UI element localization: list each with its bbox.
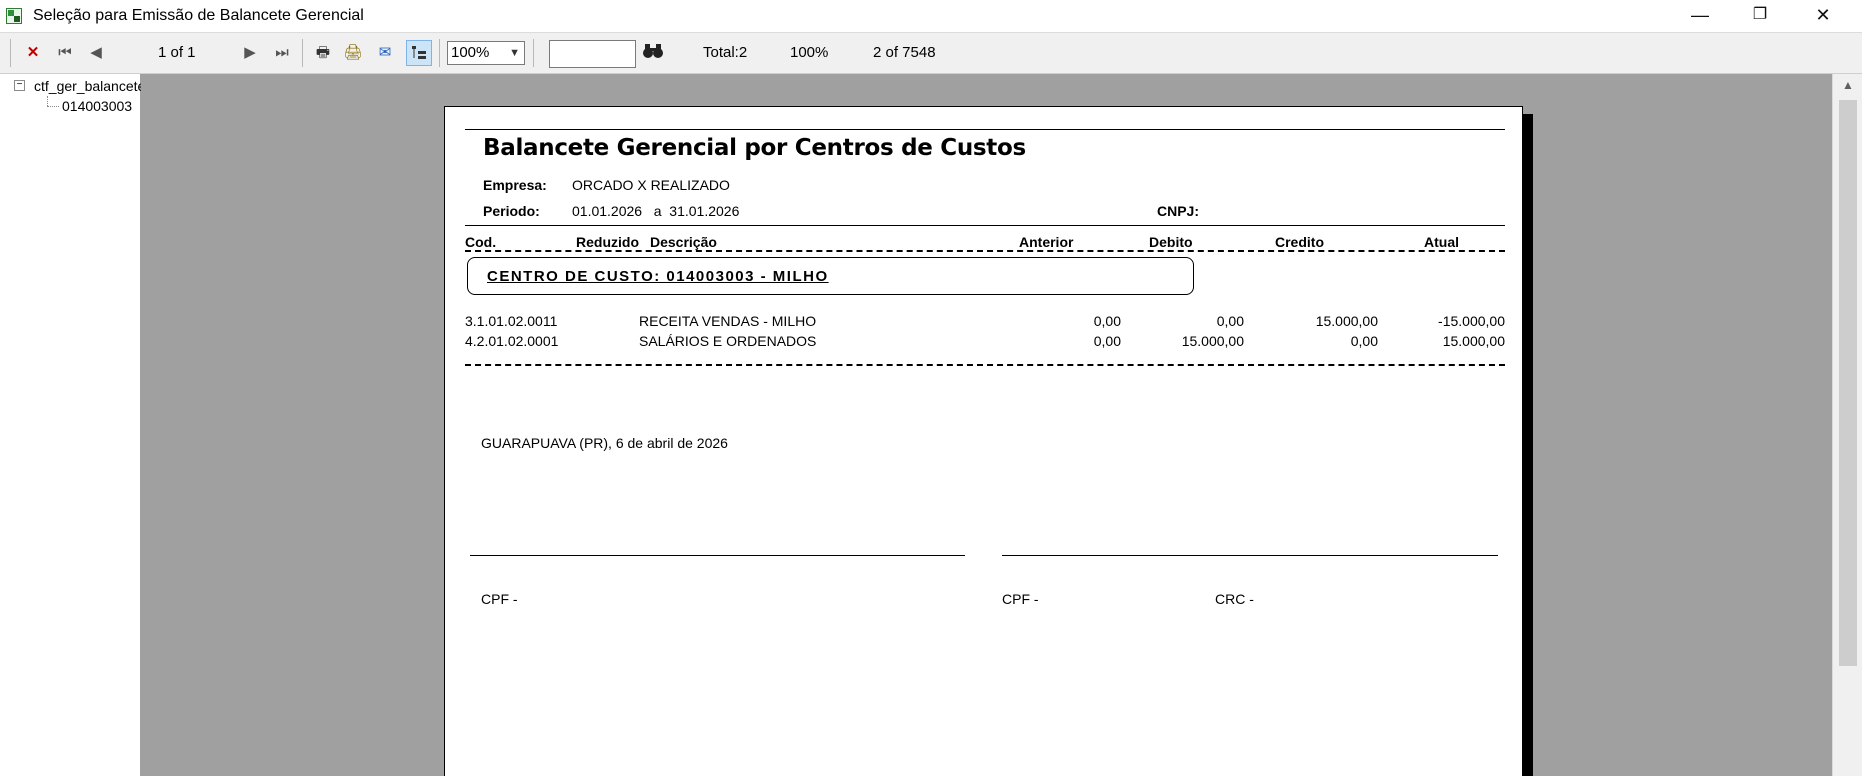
signature-line-right xyxy=(1002,555,1498,556)
place-date: GUARAPUAVA (PR), 6 de abril de 2026 xyxy=(481,435,728,451)
row-descricao: RECEITA VENDAS - MILHO xyxy=(639,313,817,329)
table-row: 3.1.01.02.0011 RECEITA VENDAS - MILHO 0,… xyxy=(465,313,1505,333)
column-debito: Debito xyxy=(1149,234,1193,250)
record-count-label: 2 of 7548 xyxy=(873,44,936,61)
group-tree-toggle-icon[interactable] xyxy=(406,40,432,66)
scroll-up-icon[interactable]: ▲ xyxy=(1833,74,1862,96)
row-anterior: 0,00 xyxy=(1093,313,1121,329)
cnpj-label: CNPJ: xyxy=(1157,203,1200,219)
first-page-icon[interactable]: ⏮ xyxy=(54,42,76,64)
report-toolbar: ✕ ⏮ ◀ 1 of 1 ▶ ⏭ 🖶 🖨 ✉ 100% ▼ Total:2 10… xyxy=(0,33,1862,74)
search-input[interactable] xyxy=(549,40,636,68)
last-page-icon[interactable]: ⏭ xyxy=(271,42,293,64)
header-rule xyxy=(465,129,1505,130)
table-row: 4.2.01.02.0001 SALÁRIOS E ORDENADOS 0,00… xyxy=(465,333,1505,353)
report-title: Balancete Gerencial por Centros de Custo… xyxy=(483,135,1026,161)
row-atual: 15.000,00 xyxy=(1442,333,1505,349)
row-debito: 15.000,00 xyxy=(1181,333,1244,349)
row-credito: 0,00 xyxy=(1350,333,1378,349)
vertical-scrollbar[interactable]: ▲ xyxy=(1832,74,1862,776)
report-preview-area[interactable]: Balancete Gerencial por Centros de Custo… xyxy=(141,74,1832,776)
row-cod: 4.2.01.02.0001 xyxy=(465,333,559,349)
row-cod: 3.1.01.02.0011 xyxy=(465,313,558,329)
print-icon[interactable]: 🖶 xyxy=(312,42,334,64)
app-icon xyxy=(6,8,22,24)
collapse-icon[interactable]: − xyxy=(14,80,25,91)
previous-page-icon[interactable]: ◀ xyxy=(85,42,107,64)
group-tree: − ctf_ger_balancete 014003003 xyxy=(0,74,145,776)
row-descricao: SALÁRIOS E ORDENADOS xyxy=(639,333,817,349)
row-credito: 15.000,00 xyxy=(1315,313,1378,329)
next-page-icon[interactable]: ▶ xyxy=(239,42,261,64)
cpf-left: CPF - xyxy=(481,591,518,607)
chevron-down-icon: ▼ xyxy=(509,47,520,59)
column-credito: Credito xyxy=(1275,234,1324,250)
close-report-icon[interactable]: ✕ xyxy=(22,42,44,64)
tree-child-node[interactable]: 014003003 xyxy=(62,98,138,114)
tree-connector xyxy=(47,106,59,107)
minimize-button[interactable]: — xyxy=(1670,0,1730,32)
row-anterior: 0,00 xyxy=(1093,333,1121,349)
tree-root-node[interactable]: ctf_ger_balancete xyxy=(34,78,156,94)
title-bar: Seleção para Emissão de Balancete Gerenc… xyxy=(0,0,1862,33)
periodo-label: Periodo: xyxy=(483,203,540,219)
cost-center-title: CENTRO DE CUSTO: 014003003 - MILHO xyxy=(487,268,829,285)
crc-label: CRC - xyxy=(1215,591,1254,607)
tree-connector xyxy=(47,96,48,106)
export-icon[interactable]: ✉ xyxy=(374,42,396,64)
signature-line-left xyxy=(470,555,965,556)
restore-button[interactable]: ❐ xyxy=(1730,0,1790,32)
total-label: Total:2 xyxy=(703,44,748,61)
empresa-label: Empresa: xyxy=(483,177,547,193)
page-indicator: 1 of 1 xyxy=(158,44,196,61)
percent-label: 100% xyxy=(790,44,829,61)
cpf-right: CPF - xyxy=(1002,591,1039,607)
toolbar-separator xyxy=(533,39,534,67)
scrollbar-thumb[interactable] xyxy=(1839,100,1857,666)
columns-top-rule xyxy=(465,225,1505,226)
column-cod: Cod. xyxy=(465,234,497,250)
zoom-select[interactable]: 100% ▼ xyxy=(447,41,525,65)
totals-dash-rule xyxy=(465,364,1505,366)
column-reduzido: Reduzido xyxy=(576,234,639,250)
column-atual: Atual xyxy=(1424,234,1459,250)
row-debito: 0,00 xyxy=(1216,313,1244,329)
zoom-value: 100% xyxy=(451,44,490,61)
print-setup-icon[interactable]: 🖨 xyxy=(342,42,364,64)
report-page: Balancete Gerencial por Centros de Custo… xyxy=(444,106,1523,776)
toolbar-separator xyxy=(439,39,440,67)
cost-center-box: CENTRO DE CUSTO: 014003003 - MILHO xyxy=(467,257,1194,295)
close-button[interactable]: ✕ xyxy=(1793,0,1853,32)
column-descricao: Descrição xyxy=(650,234,717,250)
toolbar-separator xyxy=(10,39,11,67)
binoculars-search-icon[interactable] xyxy=(642,42,664,64)
row-atual: -15.000,00 xyxy=(1438,313,1505,329)
periodo-value: 01.01.2026 a 31.01.2026 xyxy=(572,203,740,219)
empresa-value: ORCADO X REALIZADO xyxy=(572,177,730,193)
columns-dash-rule xyxy=(465,250,1505,252)
window-title: Seleção para Emissão de Balancete Gerenc… xyxy=(33,7,364,24)
column-anterior: Anterior xyxy=(1019,234,1074,250)
toolbar-separator xyxy=(302,39,303,67)
